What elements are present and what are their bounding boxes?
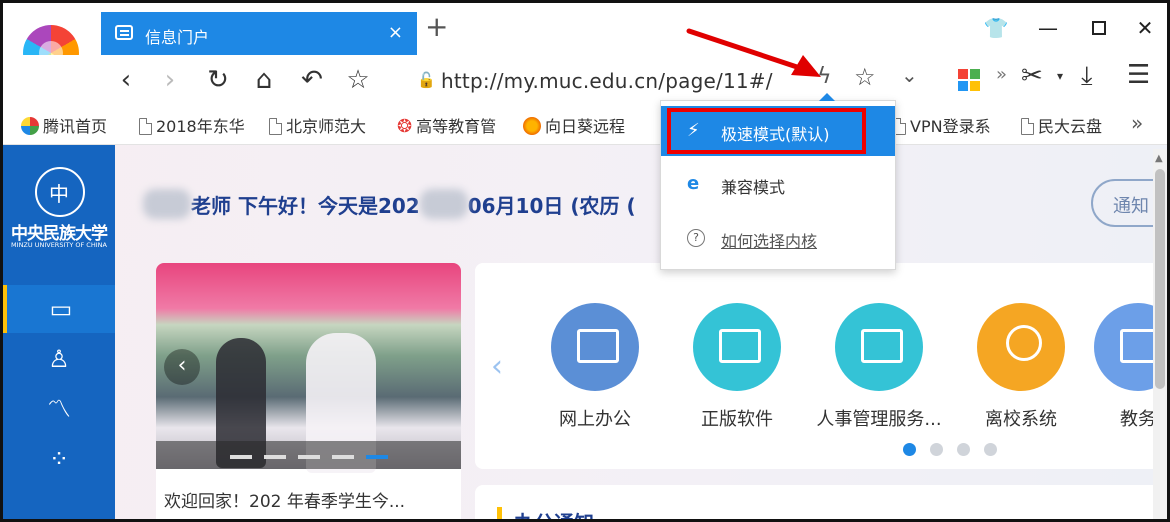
portal-page: 中央民族大学 MINZU UNIVERSITY OF CHINA ▭ ♙ 〽 ⁘… (3, 145, 1167, 519)
scissors-icon[interactable]: ✂ (1021, 61, 1043, 91)
extensions-grid-icon[interactable] (958, 69, 980, 91)
sidebar-item-apps[interactable]: ⁘ (3, 435, 115, 483)
hamburger-menu-icon[interactable]: ☰ (1127, 60, 1150, 90)
maximize-button[interactable] (1081, 13, 1117, 43)
kernel-mode-menu: ⚡ 极速模式(默认) e 兼容模式 ? 如何选择内核 (660, 93, 896, 270)
chart-icon: 〽 (47, 395, 71, 423)
carousel-dot[interactable] (366, 455, 388, 459)
browser-window: 信息门户 × + 👕 — ✕ ‹ › ↻ ⌂ ↶ ☆ 🔓 http://my.m… (0, 0, 1170, 522)
minimize-button[interactable]: — (1030, 13, 1066, 43)
bookmark-tencent[interactable]: 腾讯首页 (21, 113, 107, 137)
sidebar-item-messages[interactable]: ▭ (3, 285, 115, 333)
chevron-down-icon[interactable]: ⌄ (901, 63, 918, 87)
carousel-image[interactable] (156, 263, 461, 473)
page-icon (139, 118, 152, 135)
scroll-up-icon[interactable]: ▲ (1155, 153, 1163, 164)
new-tab-button[interactable]: + (425, 13, 448, 41)
user-icon: ♙ (48, 345, 70, 373)
insecure-lock-icon: 🔓 (417, 71, 436, 89)
undo-close-button[interactable]: ↶ (295, 63, 329, 97)
carousel-dot[interactable] (332, 455, 354, 459)
menu-item-speed-mode[interactable]: ⚡ 极速模式(默认) (661, 106, 895, 156)
download-icon[interactable]: ⤓ (1081, 61, 1093, 92)
bookmark-higher-edu[interactable]: ❂ 高等教育管 (397, 113, 496, 137)
more-extensions-icon[interactable]: » (996, 64, 1007, 85)
office-notice-title: 办公通知 (497, 507, 594, 519)
carousel-caption[interactable]: 欢迎回家！202 年春季学生今... (164, 487, 405, 512)
apps-panel: ‹ 网上办公 正版软件 人事管理服务... 离校系统 教务 (475, 263, 1167, 469)
redacted-year (419, 189, 468, 219)
forward-button[interactable]: › (153, 63, 187, 97)
bookmark-star-icon[interactable]: ☆ (854, 63, 876, 91)
carousel-dot[interactable] (230, 455, 252, 459)
monitor-icon (835, 303, 923, 391)
portal-sidebar: 中央民族大学 MINZU UNIVERSITY OF CHINA ▭ ♙ 〽 ⁘ (3, 145, 115, 519)
ie-logo-icon: e (687, 173, 700, 194)
app-hr-service[interactable]: 人事管理服务... (809, 303, 949, 431)
home-button[interactable]: ⌂ (247, 63, 281, 97)
bookmark-donghua[interactable]: 2018年东华 (139, 113, 245, 137)
bookmark-bnu[interactable]: 北京师范大 (269, 113, 366, 137)
swirl-logo-icon: ❂ (397, 116, 413, 137)
carousel-prev-button[interactable]: ‹ (164, 349, 200, 385)
apps-icon: ⁘ (48, 445, 70, 473)
apps-prev-button[interactable]: ‹ (491, 349, 503, 384)
office-notice-panel: 办公通知 (475, 485, 1167, 519)
bookmark-sunflower[interactable]: 向日葵远程 (523, 113, 625, 137)
lightning-icon: ⚡ (687, 120, 700, 141)
apps-page-dot[interactable] (930, 443, 943, 456)
app-licensed-software[interactable]: 正版软件 (667, 303, 807, 431)
page-icon (1021, 118, 1034, 135)
message-icon (115, 25, 133, 40)
carousel-dot[interactable] (264, 455, 286, 459)
tab-bar: 信息门户 × + 👕 — ✕ (3, 3, 1167, 81)
apps-page-dot[interactable] (903, 443, 916, 456)
app-online-office[interactable]: 网上办公 (525, 303, 665, 431)
apps-page-dot[interactable] (957, 443, 970, 456)
scrollbar-thumb[interactable] (1155, 169, 1165, 389)
redacted-name (143, 189, 191, 219)
news-carousel[interactable]: ‹ 欢迎回家！202 年春季学生今... (156, 263, 461, 519)
carousel-dot[interactable] (298, 455, 320, 459)
menu-item-how-to-choose[interactable]: ? 如何选择内核 (661, 213, 895, 263)
menu-item-compat-mode[interactable]: e 兼容模式 (661, 159, 895, 209)
close-window-button[interactable]: ✕ (1127, 13, 1163, 43)
tab-close-button[interactable]: × (388, 22, 403, 43)
chat-icon: ▭ (49, 295, 73, 323)
tab-title: 信息门户 (145, 28, 210, 47)
tab-active[interactable]: 信息门户 × (101, 12, 417, 55)
sidebar-item-profile[interactable]: ♙ (3, 335, 115, 383)
user-exit-icon (977, 303, 1065, 391)
maximize-icon (1092, 21, 1106, 35)
skin-button[interactable]: 👕 (978, 13, 1014, 43)
address-bar: ‹ › ↻ ⌂ ↶ ☆ 🔓 http://my.muc.edu.cn/page/… (3, 55, 1167, 103)
sidebar-item-stats[interactable]: 〽 (3, 385, 115, 433)
kernel-speed-icon[interactable]: ϟ (817, 64, 832, 89)
sunflower-icon (523, 117, 541, 135)
favorites-button[interactable]: ☆ (341, 63, 375, 97)
reload-button[interactable]: ↻ (201, 63, 235, 97)
url-text: http://my.muc.edu.cn/page/11#/ (441, 69, 773, 93)
monitor-icon (693, 303, 781, 391)
bookmarks-more-icon[interactable]: » (1131, 111, 1143, 135)
university-name-en: MINZU UNIVERSITY OF CHINA (11, 241, 107, 249)
caret-down-icon[interactable]: ▾ (1057, 69, 1063, 83)
back-button[interactable]: ‹ (109, 63, 143, 97)
apps-page-dot[interactable] (984, 443, 997, 456)
monitor-icon (551, 303, 639, 391)
university-emblem-icon (35, 167, 85, 217)
page-scrollbar[interactable]: ▲ (1153, 149, 1167, 519)
page-icon (269, 118, 282, 135)
carousel-indicators (156, 441, 461, 469)
bookmark-cloud-disk[interactable]: 民大云盘 (1021, 113, 1102, 137)
help-icon: ? (687, 229, 705, 247)
bookmarks-bar: 腾讯首页 2018年东华 北京师范大 ❂ 高等教育管 向日葵远程 VPN登录系 民… (3, 103, 1167, 145)
tencent-icon (21, 117, 39, 135)
app-leaving-system[interactable]: 离校系统 (951, 303, 1091, 431)
bookmark-vpn[interactable]: VPN登录系 (893, 113, 991, 137)
